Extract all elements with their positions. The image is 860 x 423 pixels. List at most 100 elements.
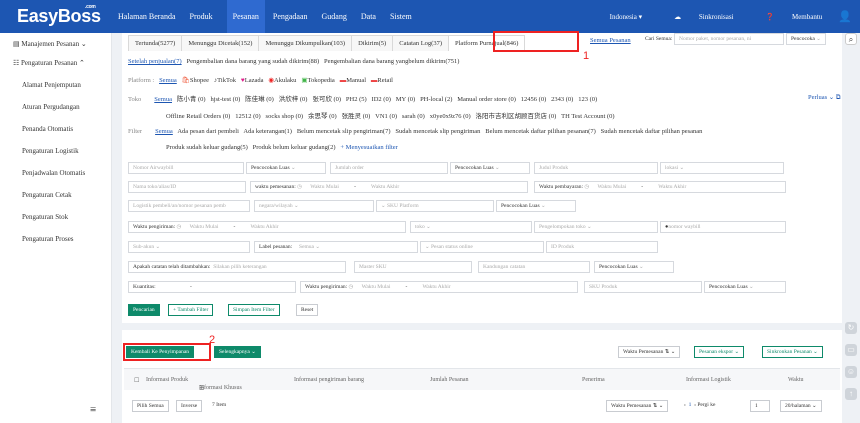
platform-tiktok[interactable]: ♪TikTok: [214, 77, 236, 84]
quantity-range[interactable]: Kuantitas: -: [128, 281, 296, 293]
refresh-icon[interactable]: ↻: [845, 322, 857, 334]
toko-item[interactable]: PH-local (2): [420, 96, 452, 103]
subtab-dikirim[interactable]: Pengembalian dana barang yang sudah diki…: [186, 58, 319, 65]
toko-item[interactable]: VN1 (0): [375, 113, 397, 120]
product-sku-match-select[interactable]: Pencocokan Luas ⌄: [704, 281, 786, 293]
customer-service-icon[interactable]: ☺: [845, 366, 857, 378]
order-time-range[interactable]: waktu pemesanan: ◷ Waktu Mulai - Waktu A…: [250, 181, 528, 193]
sidebar-item-penjadwalan[interactable]: Penjadwalan Otomatis: [0, 169, 112, 177]
help-button[interactable]: ❓ Membantu: [750, 13, 823, 21]
toko-item[interactable]: hjst-test (0): [210, 96, 240, 103]
platform-semua[interactable]: Semua: [159, 77, 177, 84]
user-icon[interactable]: 👤: [838, 10, 852, 23]
remark-content-input[interactable]: Kandungan catatan: [478, 261, 590, 273]
country-region-select[interactable]: negara/wilayah ⌄: [254, 200, 374, 212]
sidebar-item-proses[interactable]: Pengaturan Proses: [0, 235, 112, 243]
toko-item[interactable]: 12512 (0): [235, 113, 260, 120]
subtab-belum-dikirim[interactable]: Pengembalian dana barang yangbelum dikir…: [324, 58, 459, 65]
sidebar-item-cetak[interactable]: Pengaturan Cetak: [0, 191, 112, 199]
subtab-setelah-penjualan[interactable]: Setelah penjualan(7): [128, 58, 182, 65]
inverse-button[interactable]: Inverse: [176, 400, 203, 412]
toko-item[interactable]: 12456 (0): [521, 96, 546, 103]
online-status-select[interactable]: ⌄ Pesan status online: [420, 241, 544, 253]
next-page-icon[interactable]: ›: [694, 402, 696, 408]
prev-page-icon[interactable]: ‹: [684, 402, 686, 408]
collapse-menu-icon[interactable]: ≡: [90, 404, 96, 416]
tab-dikirim[interactable]: Dikirim(5): [351, 35, 394, 51]
sub-account-select[interactable]: Sub-akun ⌄: [128, 241, 250, 253]
airwaybill-input[interactable]: Nomor Airwaybill: [128, 162, 244, 174]
platform-akulaku[interactable]: ◉Akulaku: [268, 77, 296, 84]
toko-item[interactable]: 张可欣 (0): [312, 96, 341, 103]
toko-item[interactable]: TH Test Account (0): [561, 113, 614, 120]
toko-item[interactable]: ID2 (0): [372, 96, 391, 103]
tab-tertunda[interactable]: Tertunda(5277): [128, 35, 183, 51]
search-input[interactable]: Nomor paket, nomor pesanan, ni: [674, 33, 784, 45]
back-to-top-icon[interactable]: ↑: [845, 388, 857, 400]
toko-item[interactable]: 123 (0): [578, 96, 597, 103]
remark-match-select[interactable]: Pencocokan Luas ⌄: [594, 261, 674, 273]
toko-item[interactable]: x0ye0x9z76 (0): [430, 113, 471, 120]
nav-sistem[interactable]: Sistem: [390, 12, 412, 21]
toko-item[interactable]: 陈小青 (0): [177, 96, 206, 103]
filter-item[interactable]: Ada pesan dari pembeli: [177, 128, 239, 135]
platform-tokopedia[interactable]: ▣Tokopedia: [301, 77, 335, 84]
save-filter-button[interactable]: Simpan Item Filter: [228, 304, 280, 316]
country-select[interactable]: Indonesia ▾: [594, 13, 642, 21]
filter-item[interactable]: Belum mencetak daftar pilihan pesanan(7): [485, 128, 595, 135]
shop-group-select[interactable]: Pengelompokan toko ⌄: [534, 221, 658, 233]
pager-sort-select[interactable]: Waktu Pemesanan ⇅ ⌄: [606, 400, 669, 412]
select-all-checkbox[interactable]: ☐: [134, 377, 139, 384]
platform-manual[interactable]: ▬Manual: [340, 77, 366, 84]
sort-select[interactable]: Waktu Pemesanan ⇅ ⌄: [618, 346, 681, 358]
toko-item[interactable]: 陈佳琳 (0): [245, 96, 274, 103]
nav-pesanan[interactable]: Pesanan: [226, 0, 265, 33]
sync-orders-button[interactable]: Sinkronkan Pesanan ⌄: [762, 346, 823, 358]
toko-semua[interactable]: Semua: [154, 96, 172, 103]
sidebar-group-pengaturan[interactable]: ☷ Pengaturan Pesanan ⌃: [0, 59, 112, 67]
shipping-time-range-2[interactable]: Waktu pengiriman: ◷ Waktu Mulai - Waktu …: [300, 281, 578, 293]
platform-lazada[interactable]: ♥Lazada: [241, 77, 264, 84]
custom-filter-link[interactable]: + Menyesuaikan filter: [340, 144, 397, 151]
product-title-input[interactable]: Judul Produk: [534, 162, 658, 174]
buyer-logistics-input[interactable]: Logistik pembeli/an/nomor pesanan pemb: [128, 200, 250, 212]
nav-data[interactable]: Data: [361, 12, 376, 21]
all-orders-link[interactable]: Semua Pesanan: [590, 37, 631, 44]
master-sku-input[interactable]: Master SKU: [354, 261, 472, 273]
expand-toko-button[interactable]: Perluas ⌄ ⧉: [808, 93, 841, 102]
sidebar-item-penanda[interactable]: Penanda Otomatis: [0, 125, 112, 133]
toko-item[interactable]: sarah (0): [402, 113, 425, 120]
toko-item[interactable]: socks shop (0): [266, 113, 304, 120]
toko-item[interactable]: 2343 (0): [551, 96, 573, 103]
page-size-select[interactable]: 20/halaman ⌄: [780, 400, 822, 412]
nav-produk[interactable]: Produk: [190, 12, 213, 21]
toko-item[interactable]: 洪欣梓 (0): [279, 96, 308, 103]
reset-button[interactable]: Reset: [296, 304, 319, 316]
tab-catatan-log[interactable]: Catatan Log(37): [392, 35, 450, 51]
sidebar-item-aturan[interactable]: Aturan Pergudangan: [0, 103, 112, 111]
export-button[interactable]: Pesanan ekspor ⌄: [694, 346, 745, 358]
search-icon[interactable]: ⌕: [845, 33, 857, 45]
shop-select[interactable]: toko ⌄: [410, 221, 532, 233]
filter-item[interactable]: Ada keterangan(1): [243, 128, 292, 135]
toko-item[interactable]: PH2 (5): [346, 96, 367, 103]
platform-retail[interactable]: ▬Retail: [371, 77, 393, 84]
filter-semua[interactable]: Semua: [155, 128, 173, 135]
toko-item[interactable]: 余思琴 (0): [308, 113, 337, 120]
tab-menunggu-dikumpulkan[interactable]: Menunggu Dikumpulkan(103): [258, 35, 353, 51]
window-icon[interactable]: ▭: [845, 344, 857, 356]
add-filter-button[interactable]: + Tambah Filter: [168, 304, 214, 316]
select-all-button[interactable]: Pilih Semua: [132, 400, 169, 412]
payment-time-range[interactable]: Waktu pembayaran: ◷ Waktu Mulai - Waktu …: [534, 181, 786, 193]
filter-item[interactable]: Sudah mencetak daftar pilihan pesanan: [601, 128, 703, 135]
toko-item[interactable]: MY (0): [396, 96, 415, 103]
sidebar-item-stok[interactable]: Pengaturan Stok: [0, 213, 112, 221]
remark-added-select[interactable]: Apakah catatan telah ditambahkan: Silaka…: [128, 261, 346, 273]
waybill-input[interactable]: ●nomor waybill: [660, 221, 786, 233]
search-match-select[interactable]: Pencocoka ⌄: [786, 33, 826, 45]
product-id-input[interactable]: ID Produk: [546, 241, 658, 253]
nav-home[interactable]: Halaman Beranda: [118, 12, 176, 21]
filter-item[interactable]: Sudah mencetak slip pengiriman: [395, 128, 480, 135]
filter-item[interactable]: Belum mencetak slip pengiriman(7): [297, 128, 391, 135]
sync-button[interactable]: ☁ Sinkronisasi: [658, 13, 733, 21]
